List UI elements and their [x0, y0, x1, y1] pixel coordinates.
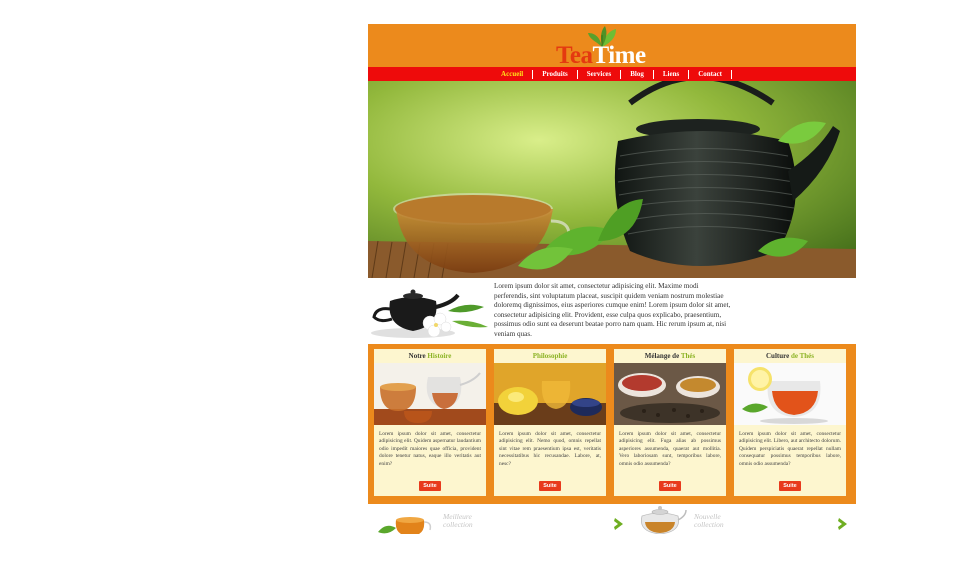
card-text: Lorem ipsum dolor sit amet, consectetur … — [379, 431, 481, 467]
header: TeaTime — [368, 24, 856, 69]
logo-tea: Tea — [556, 42, 593, 69]
feature-panel: Notre Histoire Lorem ipsum dolor sit ame… — [368, 344, 856, 504]
intro-paragraph: Lorem ipsum dolor sit amet, consectetur … — [494, 282, 731, 338]
card-title-accent: de Thés — [790, 352, 814, 360]
logo-time: Time — [592, 42, 646, 69]
card-text: Lorem ipsum dolor sit amet, consectetur … — [739, 431, 841, 467]
card-philosophie: Philosophie Lorem ipsum dolor sit amet, … — [494, 349, 606, 496]
website: TeaTime Accueil Produits Services Blog L… — [368, 24, 856, 534]
lemon-cup-image — [734, 363, 846, 425]
main-nav: Accueil Produits Services Blog Liens Con… — [368, 67, 856, 81]
site-logo[interactable]: TeaTime — [556, 42, 646, 69]
nav-item-blog[interactable]: Blog — [621, 69, 654, 79]
suite-button[interactable]: Suite — [419, 481, 441, 491]
tea-cups-image — [374, 363, 486, 425]
teapot-flowers-image — [371, 289, 488, 338]
tea-leaves-image — [614, 363, 726, 425]
card-title: Culture de Thés — [734, 349, 846, 363]
suite-button[interactable]: Suite — [659, 481, 681, 491]
collections-bar: Meilleure collection Nouvelle collection — [368, 504, 856, 534]
best-collection-label[interactable]: Meilleure collection — [443, 513, 503, 529]
card-histoire: Notre Histoire Lorem ipsum dolor sit ame… — [374, 349, 486, 496]
nav-item-liens[interactable]: Liens — [654, 69, 690, 79]
new-collection-line2: collection — [694, 520, 724, 529]
lemon-tea-image — [494, 363, 606, 425]
new-collection-label[interactable]: Nouvelle collection — [694, 513, 754, 529]
nav-item-accueil[interactable]: Accueil — [492, 69, 534, 79]
hero-teapot-image — [368, 81, 856, 278]
card-text: Lorem ipsum dolor sit amet, consectetur … — [499, 431, 601, 467]
best-collection-line2: collection — [443, 520, 473, 529]
nav-item-produits[interactable]: Produits — [533, 69, 578, 79]
chevron-right-icon[interactable] — [613, 517, 625, 531]
card-title-accent: Philosophie — [532, 352, 568, 360]
card-title: Notre Histoire — [374, 349, 486, 363]
card-title: Mélange de Thés — [614, 349, 726, 363]
card-title-accent: Thés — [680, 352, 696, 360]
card-melange: Mélange de Thés Lorem ipsum dolor sit am… — [614, 349, 726, 496]
card-text: Lorem ipsum dolor sit amet, consectetur … — [619, 431, 721, 467]
nav-item-services[interactable]: Services — [578, 69, 622, 79]
nav-item-contact[interactable]: Contact — [689, 69, 732, 79]
best-collection-image — [378, 517, 432, 534]
card-title-accent: Histoire — [427, 352, 452, 360]
chevron-right-icon[interactable] — [837, 517, 849, 531]
card-title: Philosophie — [494, 349, 606, 363]
card-title-part: Culture — [766, 352, 791, 360]
suite-button[interactable]: Suite — [779, 481, 801, 491]
card-culture: Culture de Thés Lorem ipsum dolor sit am… — [734, 349, 846, 496]
suite-button[interactable]: Suite — [539, 481, 561, 491]
card-title-part: Notre — [408, 352, 428, 360]
card-title-part: Mélange de — [644, 352, 681, 360]
new-collection-image — [641, 506, 687, 534]
